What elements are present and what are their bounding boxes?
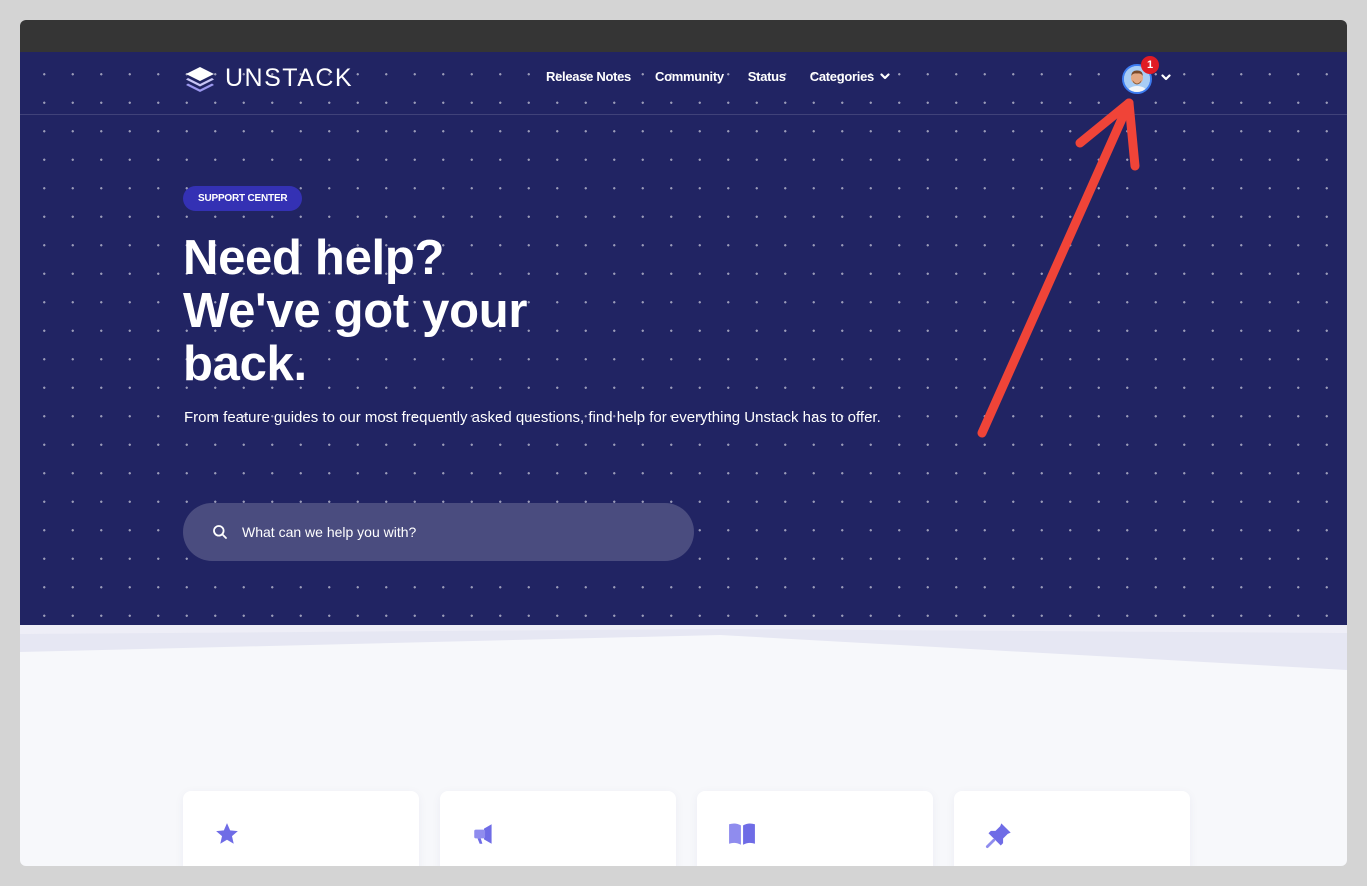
star-icon [214,821,240,847]
stack-layers-icon [185,66,215,92]
browser-window: UNSTACK Release Notes Community Status C… [20,20,1347,866]
support-center-badge: SUPPORT CENTER [183,186,303,211]
nav-status[interactable]: Status [748,69,786,84]
notification-badge: 1 [1141,56,1159,74]
brand-name: UNSTACK [225,64,354,92]
search-bar[interactable] [183,503,694,561]
category-card[interactable] [183,791,419,866]
brand-logo[interactable]: UNSTACK [185,64,353,93]
chevron-down-icon [880,73,890,80]
category-card[interactable] [440,791,676,866]
search-icon [212,524,228,540]
user-menu[interactable]: 1 [1122,56,1182,95]
search-input[interactable] [240,523,660,541]
nav-item-label: Categories [809,69,875,84]
hero-section: UNSTACK Release Notes Community Status C… [20,52,1347,626]
hero-subtitle: From feature guides to our most frequent… [184,409,881,426]
header-divider [20,114,1347,115]
book-icon [728,821,756,847]
nav-community[interactable]: Community [655,69,724,84]
category-cards [183,791,1190,866]
pushpin-icon [985,821,1013,849]
megaphone-icon [471,821,497,847]
category-card[interactable] [697,791,933,866]
nav-item-label: Community [654,69,724,84]
chevron-down-icon [1161,74,1171,81]
hero-wave-divider [20,625,1347,670]
title-line: back. [183,337,307,391]
nav-item-label: Release Notes [546,69,631,84]
top-nav: Release Notes Community Status Categorie… [546,69,890,84]
nav-release-notes[interactable]: Release Notes [546,69,631,84]
category-card[interactable] [954,791,1190,866]
title-line: We've got your [183,284,528,338]
title-line: Need help? [183,231,445,285]
nav-item-label: Status [747,69,786,84]
nav-categories-dropdown[interactable]: Categories [810,69,890,84]
page-title: Need help? We've got your back. [183,232,743,391]
window-title-bar [20,20,1347,52]
